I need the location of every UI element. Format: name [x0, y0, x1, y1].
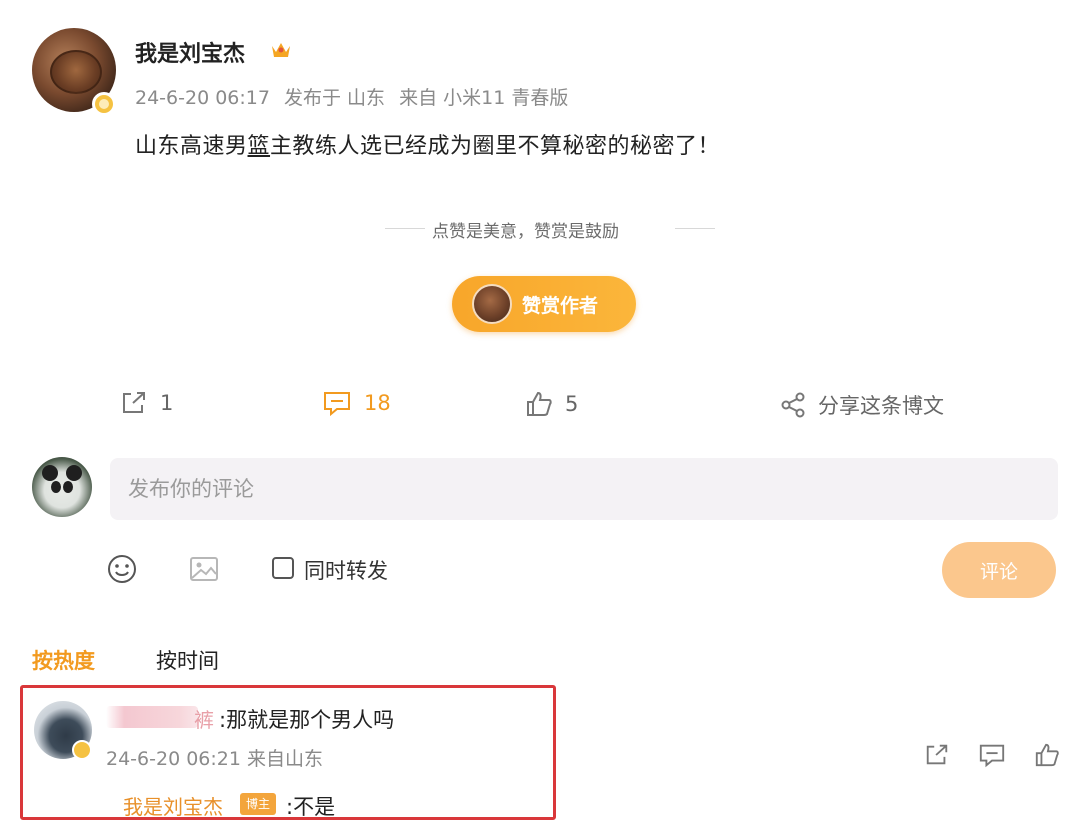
reply-author-name[interactable]: 我是刘宝杰 — [123, 791, 223, 820]
tab-sort-hot[interactable]: 按热度 — [32, 645, 95, 675]
panda-ear — [42, 465, 58, 481]
tab-sort-time[interactable]: 按时间 — [156, 645, 219, 675]
share-icon — [781, 392, 805, 418]
comment-like-icon[interactable] — [1034, 742, 1060, 768]
reward-avatar — [472, 284, 512, 324]
sync-repost-label: 同时转发 — [304, 559, 388, 583]
repost-button[interactable]: 1 — [120, 390, 173, 416]
panda-ear — [66, 465, 82, 481]
comment-button[interactable]: 18 — [322, 390, 391, 416]
post-text-link[interactable]: 篮 — [248, 134, 271, 159]
post-source: 来自 小米11 青春版 — [399, 87, 569, 109]
sync-repost-checkbox[interactable] — [272, 557, 294, 579]
crown-icon — [272, 43, 290, 57]
reward-slogan: 点赞是美意，赞赏是鼓励 — [385, 216, 715, 242]
thumbs-up-icon — [527, 391, 552, 416]
share-button[interactable]: 分享这条博文 — [780, 390, 944, 420]
post-date: 24-6-20 06:17 — [135, 87, 270, 109]
post-location: 发布于 山东 — [284, 87, 386, 109]
verified-badge-icon — [72, 740, 92, 760]
repost-icon — [123, 392, 145, 413]
image-icon[interactable] — [188, 553, 220, 585]
comment-text: :那就是那个男人吗 — [219, 708, 395, 732]
comment-meta: 24-6-20 06:21 来自山东 — [106, 748, 323, 770]
divider — [675, 228, 715, 229]
my-avatar[interactable] — [32, 457, 92, 517]
comment-icon — [324, 392, 350, 416]
panda-eye — [51, 481, 61, 493]
commenter-name-redacted — [106, 706, 198, 728]
panda-eye — [63, 481, 73, 493]
submit-comment-button[interactable]: 评论 — [942, 542, 1056, 598]
author-badge: 博主 — [240, 793, 277, 815]
divider — [385, 228, 425, 229]
verified-badge-icon — [92, 92, 116, 116]
emoji-icon[interactable] — [106, 553, 138, 585]
comment-input[interactable] — [110, 458, 1058, 520]
reply-text: :不是 — [286, 795, 336, 819]
post-meta: 24-6-20 06:17 发布于 山东 来自 小米11 青春版 — [135, 83, 576, 110]
author-name[interactable]: 我是刘宝杰 — [135, 36, 245, 68]
like-button[interactable]: 5 — [525, 390, 578, 418]
commenter-name[interactable]: 裤 — [194, 704, 214, 733]
reward-author-button[interactable]: 赞赏作者 — [452, 276, 636, 332]
comment-reply-icon[interactable] — [978, 742, 1006, 768]
comment-repost-icon[interactable] — [924, 742, 950, 768]
post-text: 山东高速男篮主教练人选已经成为圈里不算秘密的秘密了！ — [135, 134, 721, 159]
